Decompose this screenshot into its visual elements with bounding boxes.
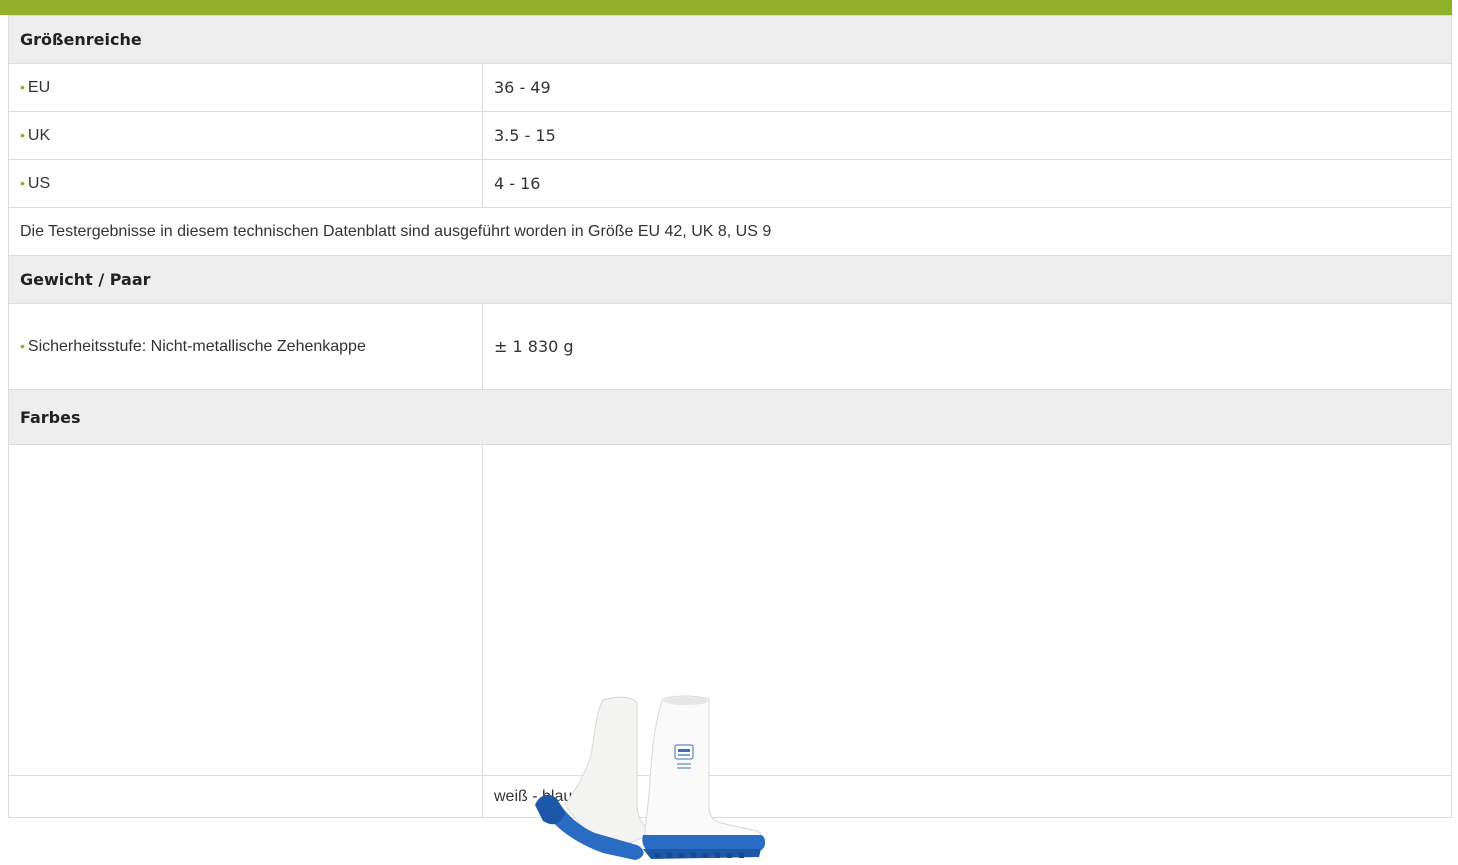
size-note: Die Testergebnisse in diesem technischen… [8, 207, 1452, 256]
bullet-icon: • [20, 175, 25, 191]
section-title-weight: Gewicht / Paar [8, 255, 1452, 304]
size-label: UK [27, 127, 51, 144]
table-row [8, 444, 1452, 860]
size-label: US [27, 175, 51, 192]
white-blue-rubber-boots-image [535, 695, 765, 860]
weight-label-cell: • Sicherheitsstufe: Nicht-metallische Zeh… [8, 303, 483, 390]
table-row: • UK 3.5 - 15 [8, 111, 1452, 160]
table-row: • US 4 - 16 [8, 159, 1452, 208]
weight-label: Sicherheitsstufe: Nicht-metallische Zehe… [27, 338, 366, 355]
bullet-icon: • [20, 127, 25, 143]
size-label-cell: • US [8, 159, 483, 208]
size-label-cell: • UK [8, 111, 483, 160]
section-header-weight: Gewicht / Paar [8, 255, 1452, 304]
section-header-colors: Farbes [8, 389, 1452, 445]
size-label: EU [27, 79, 51, 96]
size-value: 3.5 - 15 [494, 125, 556, 145]
size-value: 4 - 16 [494, 173, 541, 193]
section-title-sizes: Größenreiche [8, 15, 1452, 64]
size-value: 36 - 49 [494, 77, 551, 97]
empty-cell [8, 775, 483, 818]
accent-top-bar [0, 0, 1452, 15]
spec-table: Größenreiche • EU 36 - 49 • UK 3.5 - 15 • U… [8, 15, 1452, 860]
section-title-colors: Farbes [8, 389, 1452, 445]
product-image-cell [482, 444, 1452, 860]
table-row: • EU 36 - 49 [8, 63, 1452, 112]
weight-value: ± 1 830 g [494, 336, 574, 356]
empty-cell [8, 444, 483, 776]
table-row: • Sicherheitsstufe: Nicht-metallische Zeh… [8, 303, 1452, 390]
bullet-icon: • [20, 79, 25, 95]
size-label-cell: • EU [8, 63, 483, 112]
bullet-icon: • [20, 338, 25, 354]
size-value-cell: 3.5 - 15 [482, 111, 1452, 160]
size-value-cell: 36 - 49 [482, 63, 1452, 112]
section-header-sizes: Größenreiche [8, 15, 1452, 64]
size-value-cell: 4 - 16 [482, 159, 1452, 208]
weight-value-cell: ± 1 830 g [482, 303, 1452, 390]
table-row: Die Testergebnisse in diesem technischen… [8, 207, 1452, 256]
